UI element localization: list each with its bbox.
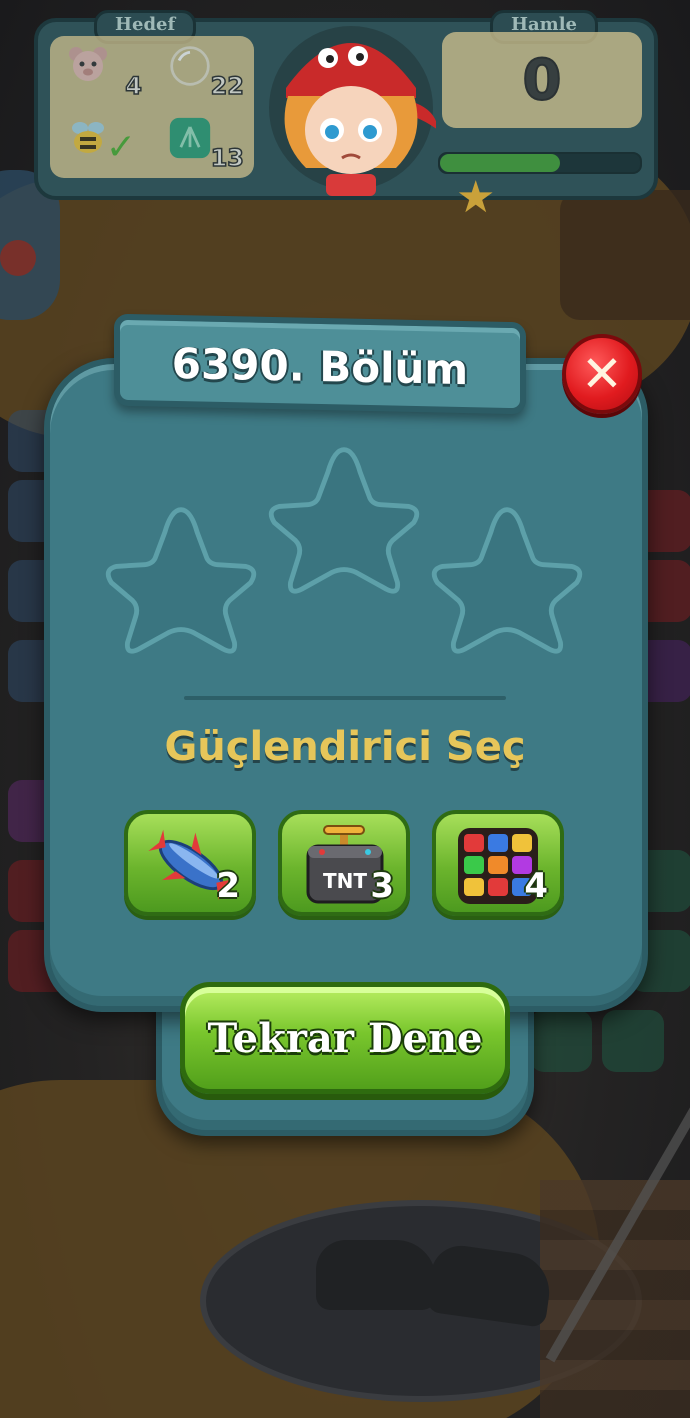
moves-panel: 0 [442,32,642,128]
close-button[interactable]: ✕ [562,334,642,414]
goal-panel: 4 22 ✓ 13 [50,36,254,178]
star-icon: ★ [456,172,496,223]
moves-counter: 0 [522,47,563,114]
goal-item: 13 [152,108,250,174]
level-hud: Hedef Hamle 4 22 ✓ 13 0 ★ [34,10,658,223]
booster-heading: Güçlendirici Seç [164,724,526,770]
color-cube-booster-button[interactable]: 4 [432,810,564,916]
character-avatar [269,26,436,196]
divider [184,696,506,700]
board-tile [602,1010,664,1072]
staircase [540,1180,690,1418]
level-title: 6390. Bölüm [171,338,469,395]
score-progress-bar [438,152,642,174]
rocket-booster-button[interactable]: 2 [124,810,256,916]
board-tile [530,1010,592,1072]
bubble-icon [170,46,210,86]
retry-button-label: Tekrar Dene [207,1015,483,1062]
checkmark-icon: ✓ [105,127,136,168]
empty-star-icon [105,507,257,654]
booster-count: 2 [216,866,240,906]
empty-star-icon [431,507,583,654]
svg-text:TNT: TNT [323,869,367,893]
sofa [560,190,690,320]
level-title-banner: 6390. Bölüm [114,313,526,415]
toy-robot-nose [0,240,36,276]
empty-star-icon [268,447,420,594]
goal-count: 13 [210,143,245,173]
boot-icon [316,1240,436,1310]
teddy-bear-icon [69,47,107,81]
goal-item: 4 [50,36,148,102]
goal-count: 4 [125,71,143,101]
bee-icon [72,122,104,153]
booster-count: 4 [524,866,548,906]
booster-count: 3 [370,866,394,906]
goal-item: ✓ [50,108,148,174]
score-progress-fill [440,154,560,172]
goal-count: 22 [210,71,245,101]
goal-item: 22 [152,36,250,102]
retry-button[interactable]: Tekrar Dene [180,982,510,1094]
close-icon: ✕ [581,345,623,403]
green-shell-block-icon [169,117,211,159]
tnt-booster-button[interactable]: TNT 3 [278,810,410,916]
